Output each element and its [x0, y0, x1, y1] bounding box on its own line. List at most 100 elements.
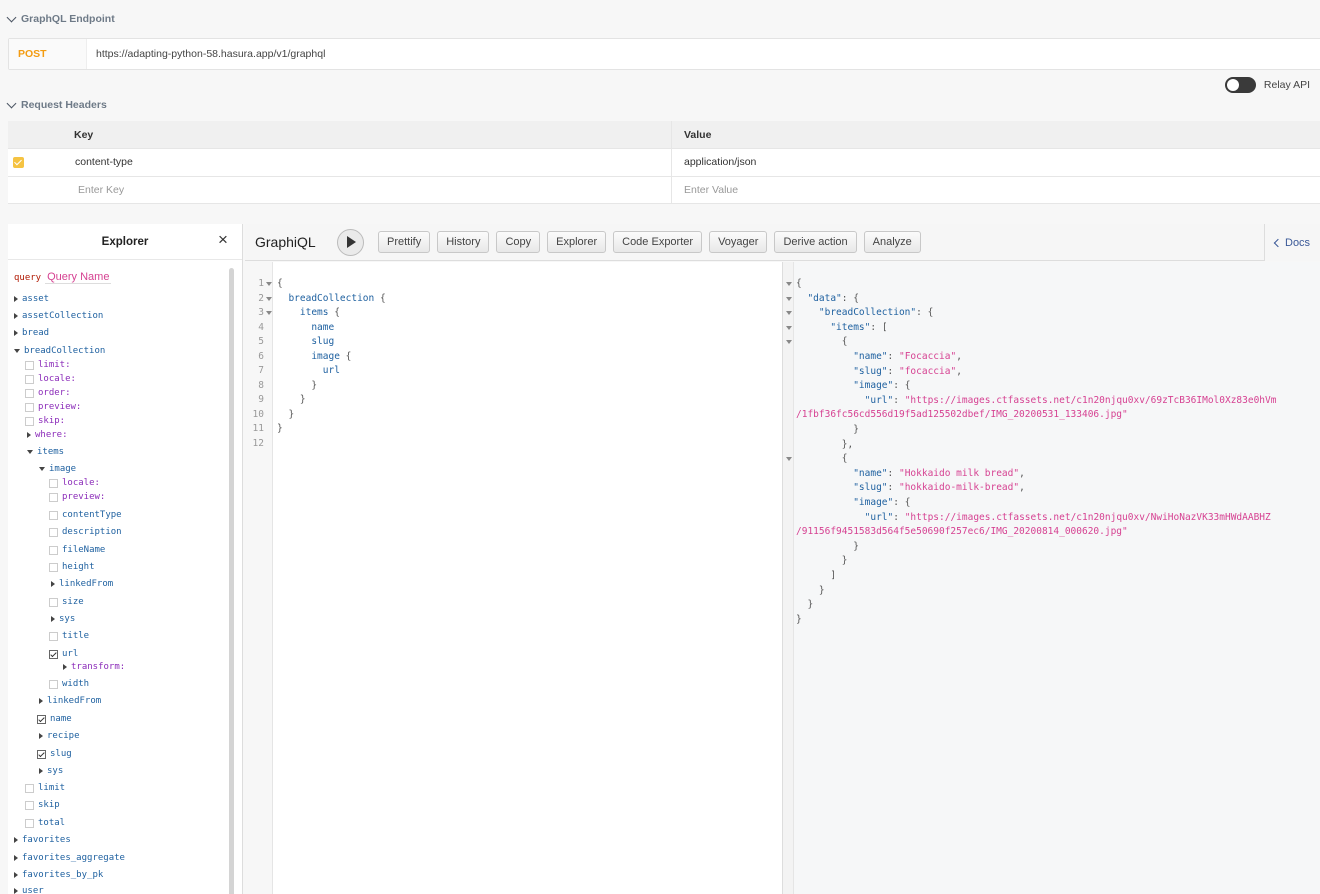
header-enabled-checkbox[interactable]	[13, 156, 24, 168]
header-key-input[interactable]: content-type	[24, 156, 133, 168]
history-button[interactable]: History	[437, 231, 490, 253]
explorer-item[interactable]: preview:	[25, 402, 81, 412]
explorer-item[interactable]: total	[25, 818, 65, 828]
explorer-button[interactable]: Explorer	[547, 231, 607, 253]
explorer-item[interactable]: recipe	[39, 731, 80, 741]
explorer-item[interactable]: assetCollection	[14, 311, 103, 321]
checkbox[interactable]	[49, 478, 58, 488]
caret-down-icon[interactable]	[14, 349, 20, 353]
prettify-button[interactable]: Prettify	[378, 231, 431, 253]
fold-arrow-icon[interactable]	[786, 325, 792, 330]
explorer-item[interactable]: size	[49, 597, 84, 607]
explorer-item[interactable]: locale:	[49, 478, 100, 488]
explorer-item[interactable]: sys	[39, 766, 63, 776]
query-name-input[interactable]: Query Name	[45, 271, 112, 284]
checkbox[interactable]	[49, 545, 58, 555]
explorer-item[interactable]: favorites	[14, 835, 71, 845]
explorer-item[interactable]: title	[49, 631, 89, 641]
explorer-item[interactable]: items	[27, 447, 64, 457]
new-key-input[interactable]: Enter Key	[8, 184, 124, 196]
explorer-scrollbar[interactable]	[229, 268, 234, 894]
caret-right-icon[interactable]	[39, 698, 43, 704]
explorer-item[interactable]: linkedFrom	[39, 696, 101, 706]
fold-arrow-icon[interactable]	[266, 296, 272, 301]
close-icon[interactable]: ×	[218, 231, 232, 248]
caret-right-icon[interactable]	[39, 733, 43, 739]
fold-arrow-icon[interactable]	[786, 296, 792, 301]
explorer-item[interactable]: asset	[14, 294, 49, 304]
explorer-item[interactable]: height	[49, 562, 95, 572]
caret-right-icon[interactable]	[14, 855, 18, 861]
checkbox[interactable]	[25, 800, 34, 810]
caret-right-icon[interactable]	[14, 872, 18, 878]
checkbox[interactable]	[49, 562, 58, 572]
caret-down-icon[interactable]	[27, 450, 33, 454]
checkbox[interactable]	[49, 597, 58, 607]
explorer-item[interactable]: favorites_aggregate	[14, 853, 125, 863]
explorer-item[interactable]: order:	[25, 388, 71, 398]
caret-right-icon[interactable]	[14, 330, 18, 336]
explorer-item[interactable]: favorites_by_pk	[14, 870, 103, 880]
explorer-item[interactable]: slug	[37, 749, 72, 759]
checkbox[interactable]	[25, 402, 34, 412]
explorer-item[interactable]: limit	[25, 783, 65, 793]
caret-down-icon[interactable]	[39, 467, 45, 471]
analyze-button[interactable]: Analyze	[863, 231, 921, 253]
caret-right-icon[interactable]	[14, 296, 18, 302]
caret-right-icon[interactable]	[63, 664, 67, 670]
new-value-input[interactable]: Enter Value	[684, 184, 738, 196]
checkbox[interactable]	[25, 388, 34, 398]
explorer-item[interactable]: skip	[25, 800, 60, 810]
explorer-item[interactable]: limit:	[25, 360, 71, 370]
endpoint-url-input[interactable]: https://adapting-python-58.hasura.app/v1…	[87, 48, 325, 60]
caret-right-icon[interactable]	[14, 837, 18, 843]
explorer-item[interactable]: contentType	[49, 510, 122, 520]
run-query-button[interactable]	[337, 228, 364, 256]
fold-arrow-icon[interactable]	[266, 282, 272, 286]
docs-button[interactable]: Docs	[1264, 224, 1320, 261]
explorer-item[interactable]: image	[39, 464, 76, 474]
caret-right-icon[interactable]	[27, 432, 31, 438]
checkbox[interactable]	[49, 492, 58, 502]
explorer-item[interactable]: description	[49, 527, 122, 537]
fold-arrow-icon[interactable]	[266, 311, 272, 315]
fold-arrow-icon[interactable]	[786, 340, 792, 345]
endpoint-section-toggle[interactable]: GraphQL Endpoint	[6, 12, 115, 25]
http-method[interactable]: POST	[9, 39, 87, 69]
explorer-item[interactable]: bread	[14, 328, 49, 338]
explorer-item[interactable]: width	[49, 679, 89, 689]
editor-result-divider[interactable]	[782, 262, 794, 894]
explorer-item[interactable]: name	[37, 714, 72, 724]
explorer-item[interactable]: user	[14, 886, 44, 894]
checkbox[interactable]	[25, 360, 34, 370]
voyager-button[interactable]: Voyager	[709, 231, 768, 253]
checkbox[interactable]	[25, 783, 34, 793]
checkbox[interactable]	[49, 631, 58, 641]
explorer-item[interactable]: breadCollection	[14, 346, 105, 356]
checkbox[interactable]	[49, 527, 58, 537]
caret-right-icon[interactable]	[14, 888, 18, 894]
checkbox[interactable]	[49, 510, 58, 520]
explorer-item[interactable]: fileName	[49, 545, 105, 555]
explorer-item[interactable]: transform:	[63, 662, 125, 672]
checkbox[interactable]	[25, 374, 34, 384]
header-value-input[interactable]: application/json	[684, 156, 756, 168]
copy-button[interactable]: Copy	[496, 231, 541, 253]
explorer-item[interactable]: sys	[51, 614, 75, 624]
relay-api-toggle[interactable]	[1224, 77, 1256, 93]
explorer-item[interactable]: skip:	[25, 416, 65, 426]
explorer-item[interactable]: locale:	[25, 374, 76, 384]
explorer-item[interactable]: preview:	[49, 492, 105, 502]
explorer-item[interactable]: url	[49, 649, 78, 659]
caret-right-icon[interactable]	[51, 616, 55, 622]
derive-action-button[interactable]: Derive action	[774, 231, 857, 253]
explorer-item[interactable]: linkedFrom	[51, 579, 113, 589]
checked-checkbox[interactable]	[37, 749, 46, 759]
fold-arrow-icon[interactable]	[786, 282, 792, 286]
query-editor[interactable]: 1 2 3 4 5 6 7 8 9 10 11 12 { breadCollection { item…	[245, 262, 782, 894]
caret-right-icon[interactable]	[14, 313, 18, 319]
explorer-item[interactable]: where:	[27, 430, 68, 440]
fold-arrow-icon[interactable]	[786, 457, 792, 462]
code-exporter-button[interactable]: Code Exporter	[613, 231, 703, 253]
caret-right-icon[interactable]	[51, 581, 55, 587]
